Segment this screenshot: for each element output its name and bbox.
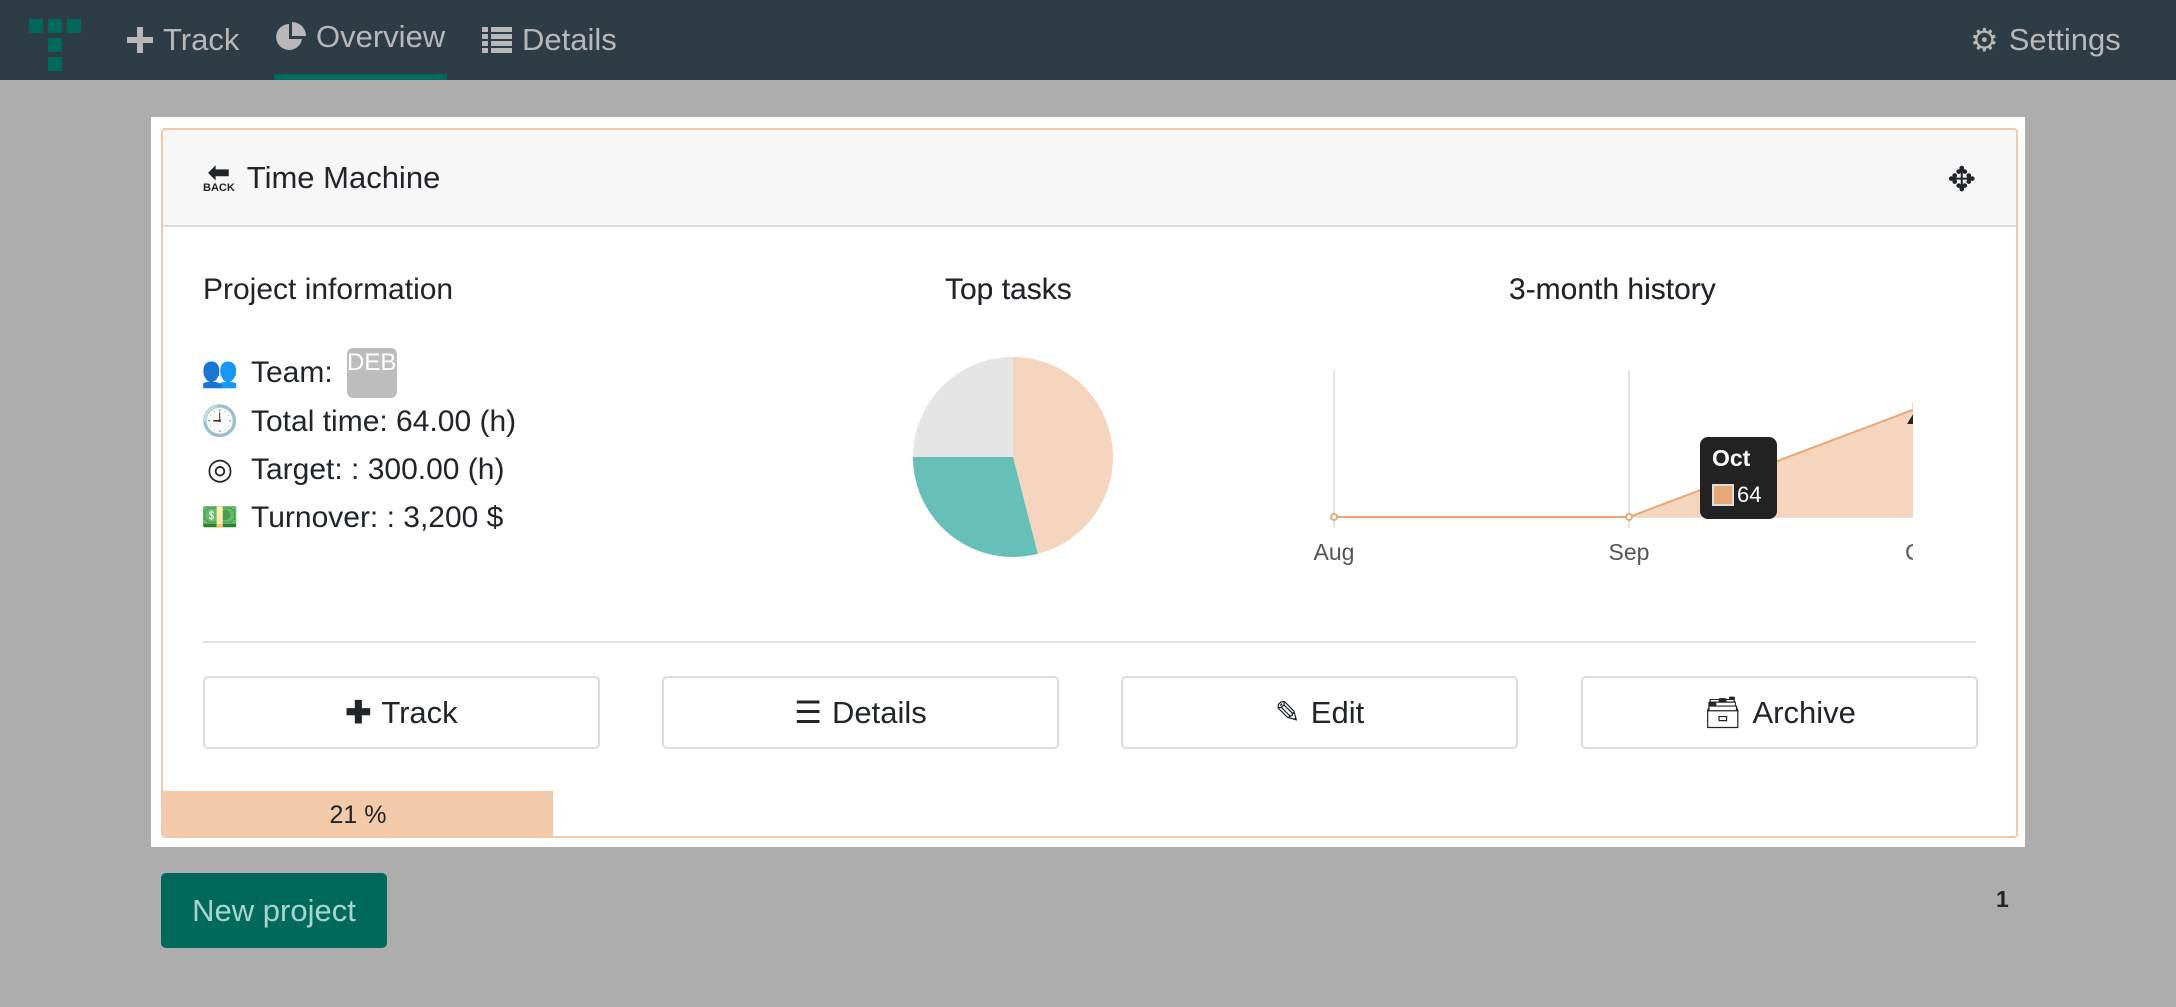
- turnover-row: 💵 Turnover: : 3,200 $: [201, 494, 516, 542]
- details-button[interactable]: ☰ Details: [662, 676, 1059, 749]
- track-label: Track: [381, 694, 458, 730]
- tooltip-swatch: [1712, 484, 1734, 506]
- team-row: 👥 Team: DEB: [201, 348, 516, 398]
- pie-chart-icon: [276, 22, 306, 50]
- archive-icon: 🗃: [1703, 695, 1743, 730]
- data-point[interactable]: [1625, 513, 1633, 521]
- tooltip-value: 64: [1737, 482, 1762, 507]
- nav-details[interactable]: Details: [482, 0, 617, 80]
- archive-label: Archive: [1752, 694, 1856, 730]
- divider: [203, 641, 1976, 643]
- nav-settings-label: Settings: [2008, 22, 2121, 57]
- money-icon: 💵: [201, 501, 239, 534]
- new-project-button[interactable]: New project: [161, 873, 387, 948]
- pie-chart-title: Top tasks: [945, 273, 1072, 306]
- history-chart: Aug Sep Oct: [1314, 370, 1913, 565]
- edit-icon: ✎: [1274, 694, 1301, 730]
- nav-overview-label: Overview: [316, 19, 446, 54]
- x-tick-label: Aug: [1314, 539, 1355, 565]
- tooltip-label: Oct: [1712, 445, 1751, 471]
- nav-track[interactable]: Track: [127, 0, 239, 80]
- track-button[interactable]: ✚ Track: [203, 676, 600, 749]
- move-icon[interactable]: ✥: [1948, 160, 1977, 200]
- back-icon[interactable]: ⬅ BACK: [203, 159, 235, 194]
- x-tick-label: Sep: [1609, 539, 1650, 565]
- top-navbar: Track Overview Details ⚙ Settings: [0, 0, 2176, 80]
- total-time: Total time: 64.00 (h): [251, 405, 517, 438]
- total-time-row: 🕘 Total time: 64.00 (h): [201, 398, 517, 446]
- archive-button[interactable]: 🗃 Archive: [1581, 676, 1978, 749]
- gears-icon: ⚙: [1970, 22, 1999, 58]
- card-header: ⬅ BACK Time Machine ✥: [163, 130, 2016, 227]
- nav-overview[interactable]: Overview: [274, 0, 448, 80]
- project-info: 👥 Team: DEB 🕘 Total time: 64.00 (h) ◎ Target…: [201, 348, 517, 542]
- details-label: Details: [832, 694, 927, 730]
- target: Target: : 300.00 (h): [251, 453, 505, 486]
- progress-label: 21 %: [329, 801, 387, 829]
- tooltip-value-row: 64: [1712, 482, 1777, 508]
- nav-details-label: Details: [522, 22, 617, 57]
- target-row: ◎ Target: : 300.00 (h): [203, 446, 516, 494]
- app-logo[interactable]: [29, 19, 81, 71]
- chart-tooltip: Oct 64: [1700, 437, 1777, 519]
- plus-icon: [127, 27, 153, 53]
- list-icon: ☰: [794, 694, 823, 730]
- area-fill: [1334, 409, 1913, 517]
- clock-icon: 🕘: [201, 405, 239, 438]
- card-title: Time Machine: [246, 159, 441, 195]
- history-chart-title: 3-month history: [1509, 273, 1716, 306]
- data-point[interactable]: [1330, 513, 1338, 521]
- top-tasks-pie: [913, 357, 1113, 557]
- x-tick-label: Oct: [1905, 539, 1913, 565]
- nav-settings[interactable]: ⚙ Settings: [1970, 0, 2121, 80]
- turnover: Turnover: : 3,200 $: [251, 501, 504, 534]
- project-info-heading: Project information: [203, 273, 454, 306]
- progress-bar: 21 %: [163, 791, 553, 836]
- nav-track-label: Track: [163, 22, 240, 57]
- pie-slice-2[interactable]: [913, 357, 1013, 457]
- bullseye-icon: ◎: [206, 453, 234, 486]
- edit-label: Edit: [1310, 694, 1365, 730]
- team-label: Team:: [251, 356, 333, 389]
- edit-button[interactable]: ✎ Edit: [1121, 676, 1518, 749]
- users-icon: 👥: [201, 356, 239, 389]
- list-icon: [482, 27, 512, 53]
- pagination-page-1[interactable]: 1: [1996, 886, 2009, 913]
- plus-icon: ✚: [345, 694, 372, 730]
- avatar[interactable]: DEB: [346, 348, 397, 398]
